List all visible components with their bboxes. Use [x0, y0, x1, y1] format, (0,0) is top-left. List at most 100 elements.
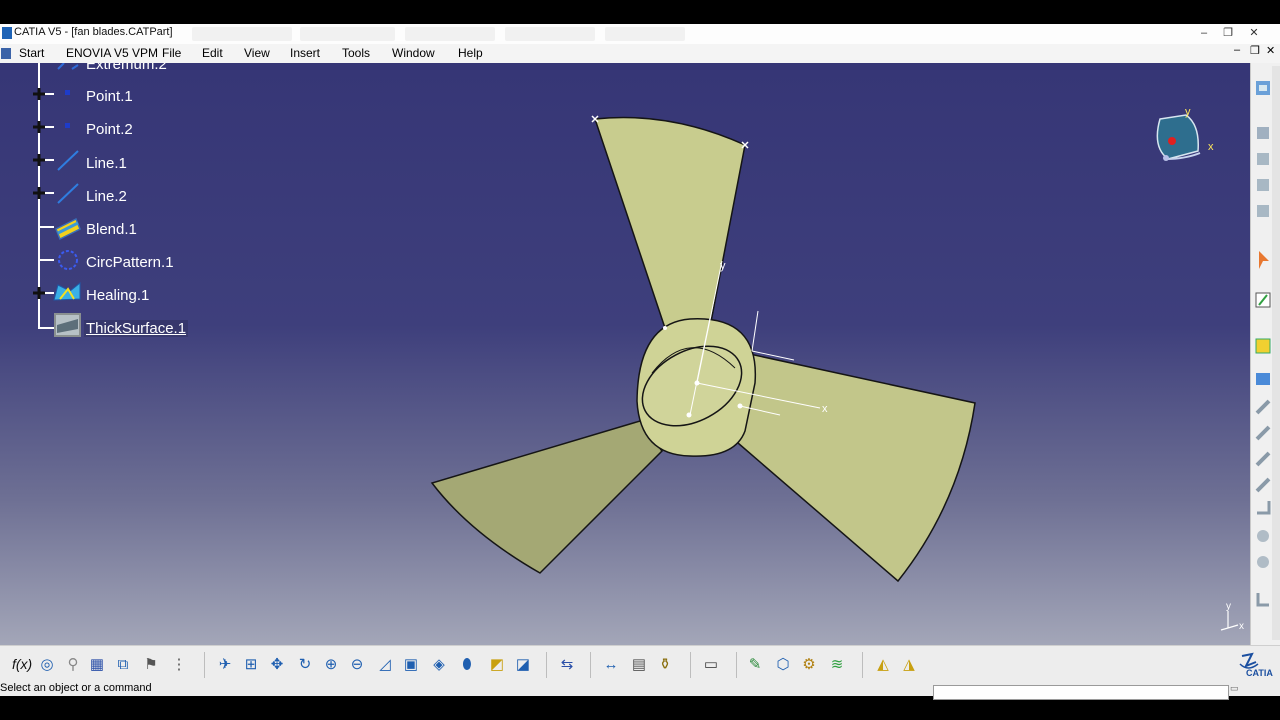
table-icon[interactable]: ▦ [86, 654, 108, 676]
catalog-browser-icon[interactable]: ⧉ [112, 654, 134, 676]
catia-app-icon[interactable] [2, 27, 12, 39]
toolbar-separator [590, 652, 591, 678]
menu-tools[interactable]: Tools [342, 46, 370, 60]
fan-blade-left[interactable] [430, 420, 663, 574]
surface-tool-icon[interactable] [1257, 153, 1269, 165]
fit-all-icon[interactable]: ⊞ [240, 654, 262, 676]
apply-material-icon[interactable]: ✎ [744, 654, 766, 676]
tree-expand-icon[interactable] [33, 287, 45, 299]
tree-expand-icon[interactable] [33, 154, 45, 166]
fan-blade-top[interactable] [593, 116, 746, 355]
background-taskbar-tab[interactable] [300, 27, 395, 41]
select-arrow-icon[interactable] [1259, 251, 1269, 269]
tree-expand-icon[interactable] [33, 187, 45, 199]
zoom-out-icon[interactable]: ⊖ [346, 654, 368, 676]
menu-view[interactable]: View [244, 46, 270, 60]
menu-file[interactable]: File [162, 46, 181, 60]
fly-mode-icon[interactable]: ✈ [214, 654, 236, 676]
tree-item-point-1[interactable]: Point.1 [86, 88, 133, 105]
tree-item-thicksurface-1[interactable]: ThickSurface.1 [84, 320, 189, 337]
measure-between-icon[interactable]: ↔ [600, 654, 622, 676]
join-icon[interactable] [1256, 373, 1270, 385]
close-button[interactable]: ✕ [1246, 26, 1262, 40]
hide-show-view-icon[interactable]: ◩ [486, 654, 508, 676]
start-menu-icon[interactable] [1, 48, 11, 59]
toolbar-separator [546, 652, 547, 678]
pan-icon[interactable]: ✥ [266, 654, 288, 676]
tree-item-circpattern-1[interactable]: CircPattern.1 [86, 254, 174, 271]
tree-expand-icon[interactable] [33, 88, 45, 100]
doc-minimize-button[interactable]: – [1234, 44, 1240, 56]
knowledge-advisor-icon[interactable]: ◎ [36, 654, 58, 676]
tree-expand-icon[interactable] [33, 121, 45, 133]
tree-item-line-1[interactable]: Line.1 [86, 155, 127, 172]
menu-enovia[interactable]: ENOVIA V5 VPM [66, 46, 158, 60]
extrapolate-tool-icon[interactable] [1256, 593, 1269, 607]
hide-show-icon[interactable]: ⚑ [140, 654, 162, 676]
sketch-icon[interactable] [1255, 292, 1271, 308]
tools-palette-icon[interactable]: ◭ [872, 654, 894, 676]
extrude-tool-icon[interactable] [1257, 179, 1269, 191]
snap-icon[interactable]: ◮ [898, 654, 920, 676]
rotate-tool-icon[interactable] [1257, 556, 1269, 568]
formula-button[interactable]: f(x) [12, 656, 32, 672]
menu-window[interactable]: Window [392, 46, 435, 60]
menu-edit[interactable]: Edit [202, 46, 223, 60]
background-taskbar-tab[interactable] [605, 27, 685, 41]
measure-icon[interactable] [1255, 338, 1271, 354]
tree-item-point-2[interactable]: Point.2 [86, 121, 133, 138]
tree-item-line-2[interactable]: Line.2 [86, 188, 127, 205]
healing-icon [53, 281, 81, 301]
command-input[interactable] [933, 685, 1229, 700]
background-taskbar-tab[interactable] [505, 27, 595, 41]
tree-item-blend-1[interactable]: Blend.1 [86, 221, 137, 238]
generative-shape-design-icon[interactable] [1256, 81, 1270, 95]
split-tool-icon[interactable] [1255, 399, 1271, 415]
sketcher-tool-icon[interactable] [1257, 127, 1269, 139]
update-icon[interactable]: ⇆ [556, 654, 578, 676]
translate-tool-icon[interactable] [1257, 530, 1269, 542]
normal-view-icon[interactable]: ◿ [374, 654, 396, 676]
swap-visible-space-icon[interactable]: ⋮ [168, 654, 190, 676]
edge-fillet-icon[interactable] [1257, 501, 1271, 515]
status-icon[interactable]: ▭ [1230, 683, 1239, 694]
minimize-button[interactable]: – [1196, 26, 1212, 40]
surface-analysis-icon[interactable]: ≋ [826, 654, 848, 676]
multi-view-icon[interactable]: ▣ [400, 654, 422, 676]
fan-blade-right[interactable] [737, 352, 976, 583]
shading-icon[interactable]: ⬮ [456, 654, 478, 676]
restore-button[interactable]: ❐ [1220, 26, 1236, 40]
background-taskbar-tab[interactable] [192, 27, 292, 41]
fan-blade-part[interactable]: y x [430, 115, 976, 583]
tree-item-extremum-2[interactable]: Extremum.2 [86, 63, 167, 73]
measure-inertia-icon[interactable]: ⚱ [654, 654, 676, 676]
menu-help[interactable]: Help [458, 46, 483, 60]
doc-restore-button[interactable]: ❐ [1250, 44, 1260, 57]
circular-pattern-icon [58, 250, 78, 270]
capture-icon[interactable]: ▭ [700, 654, 722, 676]
model-axis-x-label: x [822, 403, 828, 415]
compass-widget[interactable]: y x [1156, 106, 1214, 161]
right-toolbar-scrollbar[interactable] [1272, 66, 1280, 640]
offset-tool-icon[interactable] [1255, 451, 1271, 467]
background-taskbar-tab[interactable] [405, 27, 495, 41]
menu-start[interactable]: Start [19, 46, 44, 60]
rotate-view-icon[interactable]: ↻ [294, 654, 316, 676]
analysis-icon[interactable]: ⚙ [798, 654, 820, 676]
3d-viewport[interactable]: y x y x y x Extremum.2 Point.1 Point.2 L… [0, 63, 1250, 645]
hub-cylinder[interactable] [629, 318, 757, 457]
tree-item-healing-1[interactable]: Healing.1 [86, 287, 149, 304]
trim-tool-icon[interactable] [1255, 425, 1271, 441]
measure-item-icon[interactable]: ▤ [628, 654, 650, 676]
zoom-in-icon[interactable]: ⊕ [320, 654, 342, 676]
swap-space-icon[interactable]: ◪ [512, 654, 534, 676]
status-message: Select an object or a command [0, 682, 152, 694]
menu-insert[interactable]: Insert [290, 46, 320, 60]
boundary-tool-icon[interactable] [1255, 477, 1271, 493]
design-table-icon[interactable]: ⚲ [62, 654, 84, 676]
revolve-tool-icon[interactable] [1257, 205, 1269, 217]
menu-bar: Start ENOVIA V5 VPM File Edit View Inser… [0, 44, 1280, 64]
isometric-view-icon[interactable]: ◈ [428, 654, 450, 676]
wireframe-icon[interactable]: ⬡ [772, 654, 794, 676]
doc-close-button[interactable]: ✕ [1266, 44, 1275, 57]
